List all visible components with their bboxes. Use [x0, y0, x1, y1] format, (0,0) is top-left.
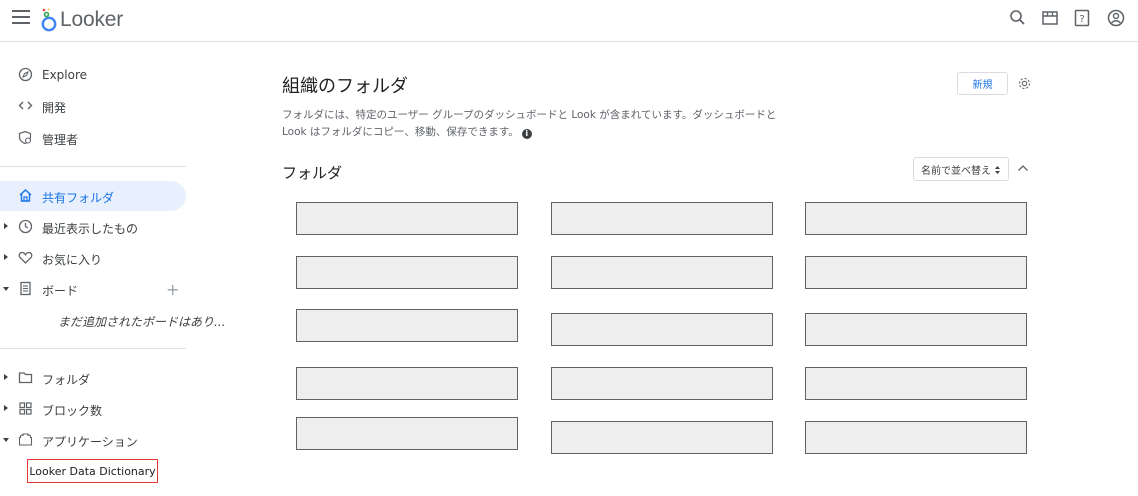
folders-section-title: フォルダ	[282, 164, 343, 182]
page-description: フォルダには、特定のユーザー グループのダッシュボードと Look が含まれてい…	[282, 107, 802, 141]
svg-text:?: ?	[1079, 14, 1084, 25]
marketplace-icon[interactable]	[1040, 8, 1060, 28]
sidebar-item-shared-folders[interactable]: 共有フォルダ	[0, 181, 186, 211]
expand-caret-icon[interactable]	[4, 223, 8, 229]
sidebar-divider	[0, 166, 186, 167]
folder-card[interactable]	[805, 421, 1027, 454]
sidebar-item-label: 最近表示したもの	[42, 222, 139, 236]
folder-card[interactable]	[296, 309, 518, 342]
folder-icon	[18, 372, 33, 384]
sidebar-item-label: 共有フォルダ	[42, 191, 115, 205]
add-board-button[interactable]: +	[166, 280, 179, 299]
logo-text: Looker	[60, 8, 124, 31]
sidebar-item-label: 開発	[42, 101, 67, 115]
folder-card[interactable]	[805, 256, 1027, 289]
looker-logo[interactable]: Looker	[40, 6, 123, 34]
admin-icon	[18, 130, 32, 145]
sidebar-item-label: フォルダ	[42, 373, 91, 387]
heart-icon	[18, 251, 33, 264]
help-icon[interactable]: ?	[1072, 8, 1092, 28]
sidebar-item-develop[interactable]: 開発	[0, 91, 186, 121]
account-icon[interactable]	[1106, 8, 1126, 28]
folder-card[interactable]	[551, 256, 773, 289]
folder-card[interactable]	[805, 313, 1027, 346]
sidebar-item-label: Explore	[42, 68, 88, 82]
sidebar-item-blocks[interactable]: ブロック数	[0, 394, 186, 424]
sidebar-item-boards[interactable]: ボード +	[0, 274, 186, 304]
blocks-icon	[19, 402, 32, 415]
folder-card[interactable]	[551, 421, 773, 454]
sidebar-item-label: ボード	[42, 284, 79, 298]
folder-card[interactable]	[296, 367, 518, 400]
sidebar-item-label: 管理者	[42, 133, 79, 147]
sidebar: Explore 開発 管理者 共有フォルダ 最近表示したもの お気に入り ボード…	[0, 43, 225, 496]
sidebar-item-admin[interactable]: 管理者	[0, 123, 186, 153]
board-icon	[20, 281, 31, 296]
home-icon	[19, 189, 32, 202]
menu-icon[interactable]	[12, 10, 30, 26]
looker-data-dictionary-link[interactable]: Looker Data Dictionary	[27, 459, 158, 483]
folder-card[interactable]	[551, 313, 773, 346]
sort-select[interactable]: 名前で並べ替え	[913, 157, 1009, 181]
folder-card[interactable]	[805, 367, 1027, 400]
sidebar-item-label: お気に入り	[42, 253, 103, 267]
sidebar-item-label: ブロック数	[42, 404, 103, 418]
collapse-caret-icon[interactable]	[3, 438, 9, 442]
apps-icon	[18, 433, 33, 446]
new-button[interactable]: 新規	[957, 72, 1008, 95]
code-icon	[18, 101, 33, 110]
sidebar-item-explore[interactable]: Explore	[0, 60, 186, 90]
folder-card[interactable]	[551, 367, 773, 400]
folder-card[interactable]	[296, 256, 518, 289]
top-bar: Looker ?	[0, 0, 1138, 42]
info-icon[interactable]: i	[521, 129, 532, 139]
select-arrows-icon	[995, 166, 1000, 174]
main-content: 組織のフォルダ フォルダには、特定のユーザー グループのダッシュボードと Loo…	[200, 43, 1138, 496]
sidebar-item-favorites[interactable]: お気に入り	[0, 243, 186, 273]
sidebar-item-folders[interactable]: フォルダ	[0, 363, 186, 393]
collapse-caret-icon[interactable]	[3, 287, 9, 291]
folder-card[interactable]	[551, 202, 773, 235]
expand-caret-icon[interactable]	[4, 405, 8, 411]
sort-select-value: 名前で並べ替え	[921, 165, 991, 177]
folder-card[interactable]	[296, 202, 518, 235]
sidebar-item-label: アプリケーション	[42, 435, 138, 449]
clock-icon	[18, 219, 33, 234]
expand-caret-icon[interactable]	[4, 374, 8, 380]
chevron-up-icon[interactable]	[1017, 162, 1029, 174]
folder-card[interactable]	[805, 202, 1027, 235]
search-icon[interactable]	[1008, 8, 1028, 28]
looker-logo-icon	[41, 8, 57, 32]
compass-icon	[18, 67, 33, 82]
expand-caret-icon[interactable]	[4, 254, 8, 260]
gear-icon[interactable]	[1017, 76, 1032, 91]
sidebar-item-applications[interactable]: アプリケーション	[0, 425, 186, 455]
folder-card[interactable]	[296, 417, 518, 450]
page-title: 組織のフォルダ	[282, 76, 408, 97]
sidebar-divider	[0, 348, 186, 349]
sidebar-item-recent[interactable]: 最近表示したもの	[0, 212, 186, 242]
